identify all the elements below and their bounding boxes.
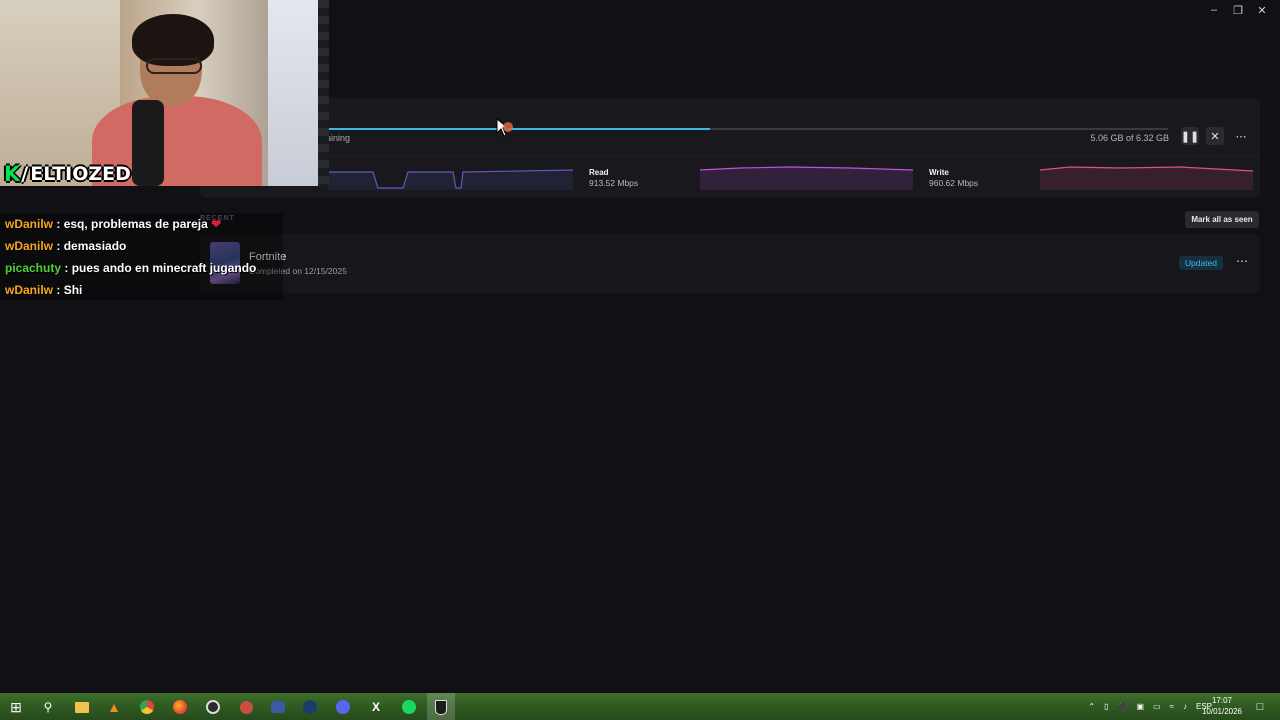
- app-icon[interactable]: [268, 697, 288, 717]
- chat-message: picachuty : pues ando en minecraft jugan…: [5, 261, 257, 275]
- download-progress-fill: [328, 128, 711, 130]
- system-tray: ⌃ ▯ ⚫ ▣ ▭ ≈ ♪ ESP: [1088, 693, 1212, 720]
- firefox-icon[interactable]: [170, 697, 190, 717]
- write-label: Write: [929, 168, 949, 177]
- microphone: [132, 100, 164, 186]
- chat-user: wDanilw: [5, 283, 54, 297]
- pause-icon: ❚❚: [1180, 130, 1200, 143]
- cancel-download-button[interactable]: ✕: [1206, 127, 1224, 145]
- chat-text: pues ando en minecraft jugando: [71, 261, 257, 275]
- chat-text: Shi: [63, 283, 83, 297]
- vlc-icon[interactable]: ▲: [104, 697, 124, 717]
- more-icon[interactable]: ⋯: [1236, 254, 1248, 268]
- chat-overlay: wDanilw : esq, problemas de pareja ❤ wDa…: [0, 213, 283, 300]
- chrome-icon[interactable]: [137, 697, 157, 717]
- mark-all-seen-button[interactable]: Mark all as seen: [1185, 211, 1259, 228]
- chat-text: demasiado: [63, 239, 127, 253]
- obs-icon[interactable]: [203, 697, 223, 717]
- chat-message: wDanilw : demasiado: [5, 239, 127, 253]
- broken-heart-icon: ❤: [211, 217, 222, 231]
- network-graph: [328, 169, 573, 190]
- notification-icon[interactable]: □: [1250, 697, 1270, 717]
- file-explorer-icon[interactable]: [72, 697, 92, 717]
- taskbar: ⊞ ⚲ ▲ Χ ⌃ ▯ ⚫ ▣ ▭ ≈ ♪ ESP 17:07 10/01/20…: [0, 693, 1280, 720]
- restore-icon[interactable]: ❐: [1228, 2, 1248, 18]
- chat-message: wDanilw : esq, problemas de pareja ❤: [5, 217, 222, 231]
- status-badge: Updated: [1178, 256, 1223, 270]
- windows-start-icon[interactable]: ⊞: [6, 697, 26, 717]
- network-icon[interactable]: ▣: [1136, 702, 1144, 711]
- minimize-icon[interactable]: –: [1204, 2, 1224, 18]
- close-icon[interactable]: ✕: [1252, 2, 1272, 18]
- clock-time: 17:07: [1211, 696, 1232, 705]
- write-value: 960.62 Mbps: [929, 178, 979, 188]
- chat-message: wDanilw : Shi: [5, 283, 83, 297]
- spotify-icon[interactable]: [399, 697, 419, 717]
- chat-user: wDanilw: [5, 239, 54, 253]
- app-icon[interactable]: [236, 697, 256, 717]
- read-graph: [700, 166, 913, 190]
- download-card: aining 5.06 GB of 6.32 GB ❚❚ ✕ ⋯ Read 91…: [200, 98, 1260, 198]
- chat-user: wDanilw: [5, 217, 54, 231]
- wifi-icon[interactable]: ≈: [1170, 702, 1174, 711]
- clock[interactable]: 17:07 10/01/2026: [1202, 695, 1242, 717]
- download-more-button[interactable]: ⋯: [1232, 127, 1250, 145]
- read-value: 913.52 Mbps: [589, 178, 639, 188]
- window-controls: – ❐ ✕: [1204, 2, 1272, 18]
- close-icon: ✕: [1210, 130, 1220, 143]
- time-remaining: aining: [326, 133, 351, 143]
- microphone-icon[interactable]: ⚫: [1118, 702, 1128, 711]
- streamer-brand: K / ELTIOZED: [4, 162, 131, 186]
- discord-icon[interactable]: [333, 697, 353, 717]
- chat-user: picachuty: [5, 261, 62, 275]
- cursor-icon: [496, 118, 513, 137]
- epic-games-icon[interactable]: [431, 697, 451, 717]
- streamer-name: ELTIOZED: [30, 163, 131, 185]
- battery-icon[interactable]: ▯: [1104, 702, 1108, 711]
- chat-text: esq, problemas de pareja: [63, 217, 208, 231]
- download-progress-bar: [328, 128, 1168, 130]
- search-icon[interactable]: ⚲: [38, 697, 58, 717]
- divider: [200, 156, 1260, 157]
- read-label: Read: [589, 168, 609, 177]
- list-item[interactable]: Fortnite Completed on 12/15/2025 Updated…: [200, 234, 1260, 293]
- steam-icon[interactable]: [300, 697, 320, 717]
- display-icon[interactable]: ▭: [1153, 702, 1161, 711]
- download-size: 5.06 GB of 6.32 GB: [1090, 133, 1169, 143]
- chevron-up-icon[interactable]: ⌃: [1088, 702, 1095, 711]
- write-graph: [1040, 166, 1253, 190]
- more-icon: ⋯: [1235, 130, 1247, 143]
- kick-logo: K: [4, 162, 21, 186]
- volume-icon[interactable]: ♪: [1183, 702, 1187, 711]
- app-icon[interactable]: Χ: [366, 697, 386, 717]
- webcam-overlay: K / ELTIOZED: [0, 0, 329, 186]
- pause-button[interactable]: ❚❚: [1181, 127, 1199, 145]
- clock-date: 10/01/2026: [1201, 707, 1242, 716]
